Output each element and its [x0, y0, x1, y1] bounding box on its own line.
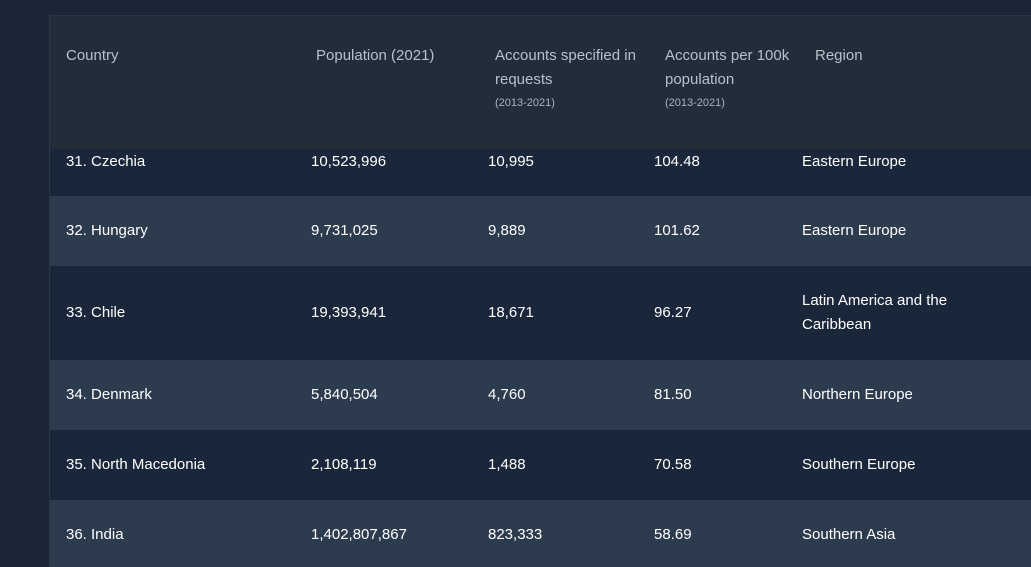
- table-row: 34. Denmark 5,840,504 4,760 81.50 Northe…: [50, 360, 1031, 430]
- cell-population: 5,840,504: [311, 386, 378, 403]
- cell-region: Latin America and the Caribbean: [802, 292, 948, 333]
- cell-population: 9,731,025: [311, 222, 378, 239]
- cell-country: 32. Hungary: [66, 222, 148, 239]
- cell-country: 35. North Macedonia: [66, 456, 206, 473]
- cell-accounts: 823,333: [488, 526, 543, 543]
- cell-population: 10,523,996: [311, 153, 387, 170]
- cell-population: 19,393,941: [311, 304, 387, 321]
- cell-country: 36. India: [66, 526, 124, 543]
- cell-accounts: 9,889: [488, 222, 526, 239]
- page: Country Population (2021) Accounts speci…: [0, 0, 1031, 567]
- cell-per100k: 81.50: [654, 386, 692, 403]
- table-row: 36. India 1,402,807,867 823,333 58.69 So…: [50, 500, 1031, 567]
- cell-region: Southern Europe: [802, 456, 916, 473]
- header-accounts-label: Accounts specified in requests: [495, 47, 636, 88]
- header-per100k-sub: (2013-2021): [665, 97, 725, 109]
- table-row: 35. North Macedonia 2,108,119 1,488 70.5…: [50, 430, 1031, 500]
- cell-population: 1,402,807,867: [311, 526, 407, 543]
- cell-region: Northern Europe: [802, 386, 913, 403]
- table-row: 32. Hungary 9,731,025 9,889 101.62 Easte…: [50, 196, 1031, 266]
- cell-country: 31. Czechia: [66, 153, 146, 170]
- header-region-label: Region: [815, 47, 863, 64]
- cell-region: Eastern Europe: [802, 153, 907, 170]
- header-country-label: Country: [66, 47, 119, 64]
- header-accounts-sub: (2013-2021): [495, 97, 555, 109]
- cell-per100k: 96.27: [654, 304, 692, 321]
- table-row: 31. Czechia 10,523,996 10,995 104.48 Eas…: [50, 149, 1031, 196]
- table-body: 31. Czechia 10,523,996 10,995 104.48 Eas…: [50, 149, 1031, 567]
- header-region[interactable]: Region: [815, 44, 995, 68]
- header-per100k-label: Accounts per 100k population: [665, 47, 790, 88]
- header-population-label: Population (2021): [316, 47, 435, 64]
- data-table: Country Population (2021) Accounts speci…: [49, 15, 1031, 567]
- cell-accounts: 10,995: [488, 153, 534, 170]
- cell-country: 33. Chile: [66, 304, 126, 321]
- cell-population: 2,108,119: [311, 456, 377, 473]
- cell-per100k: 104.48: [654, 153, 700, 170]
- cell-accounts: 4,760: [488, 386, 526, 403]
- table-row: 33. Chile 19,393,941 18,671 96.27 Latin …: [50, 266, 1031, 360]
- header-population[interactable]: Population (2021): [316, 44, 486, 68]
- cell-accounts: 1,488: [488, 456, 526, 473]
- cell-region: Southern Asia: [802, 526, 896, 543]
- header-accounts[interactable]: Accounts specified in requests (2013-202…: [495, 44, 645, 112]
- cell-per100k: 70.58: [654, 456, 692, 473]
- cell-accounts: 18,671: [488, 304, 534, 321]
- cell-per100k: 101.62: [654, 222, 700, 239]
- header-per100k[interactable]: Accounts per 100k population (2013-2021): [665, 44, 790, 112]
- cell-per100k: 58.69: [654, 526, 692, 543]
- cell-region: Eastern Europe: [802, 222, 907, 239]
- cell-country: 34. Denmark: [66, 386, 152, 403]
- header-country[interactable]: Country: [66, 44, 286, 68]
- table-header: Country Population (2021) Accounts speci…: [50, 16, 1031, 149]
